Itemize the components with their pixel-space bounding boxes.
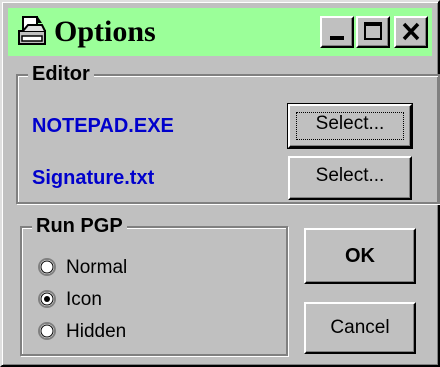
radio-normal-label: Normal [66, 257, 128, 278]
printer-icon [14, 14, 50, 50]
close-icon [402, 22, 420, 41]
run-pgp-group-label: Run PGP [32, 216, 127, 236]
close-button[interactable] [394, 16, 428, 48]
options-dialog: Options Editor NOTEPAD.EXE Select... Sig… [0, 0, 440, 367]
ok-button[interactable]: OK [304, 228, 416, 284]
title-bar[interactable]: Options [8, 8, 432, 56]
select-signature-label: Select... [315, 165, 385, 186]
minimize-button[interactable] [320, 16, 354, 48]
minimize-icon [330, 36, 344, 40]
editor-file-label: NOTEPAD.EXE [32, 115, 174, 137]
select-editor-button[interactable]: Select... [287, 103, 413, 149]
ok-label: OK [345, 245, 375, 267]
radio-button-selected-icon[interactable] [38, 290, 56, 308]
select-editor-label: Select... [315, 113, 385, 134]
radio-button-icon[interactable] [38, 322, 56, 340]
select-signature-button[interactable]: Select... [288, 156, 412, 200]
editor-group: Editor NOTEPAD.EXE Select... Signature.t… [16, 64, 440, 204]
maximize-icon [364, 22, 382, 40]
radio-button-icon[interactable] [38, 258, 56, 276]
signature-file-label: Signature.txt [32, 167, 155, 189]
cancel-button[interactable]: Cancel [304, 302, 416, 354]
cancel-label: Cancel [330, 317, 390, 338]
window-title: Options [54, 15, 156, 48]
maximize-button[interactable] [356, 16, 390, 48]
editor-group-label: Editor [28, 64, 94, 84]
radio-hidden-label: Hidden [66, 321, 127, 342]
radio-icon-label: Icon [66, 289, 102, 310]
run-pgp-group: Run PGP Normal Icon Hidden [20, 216, 288, 356]
